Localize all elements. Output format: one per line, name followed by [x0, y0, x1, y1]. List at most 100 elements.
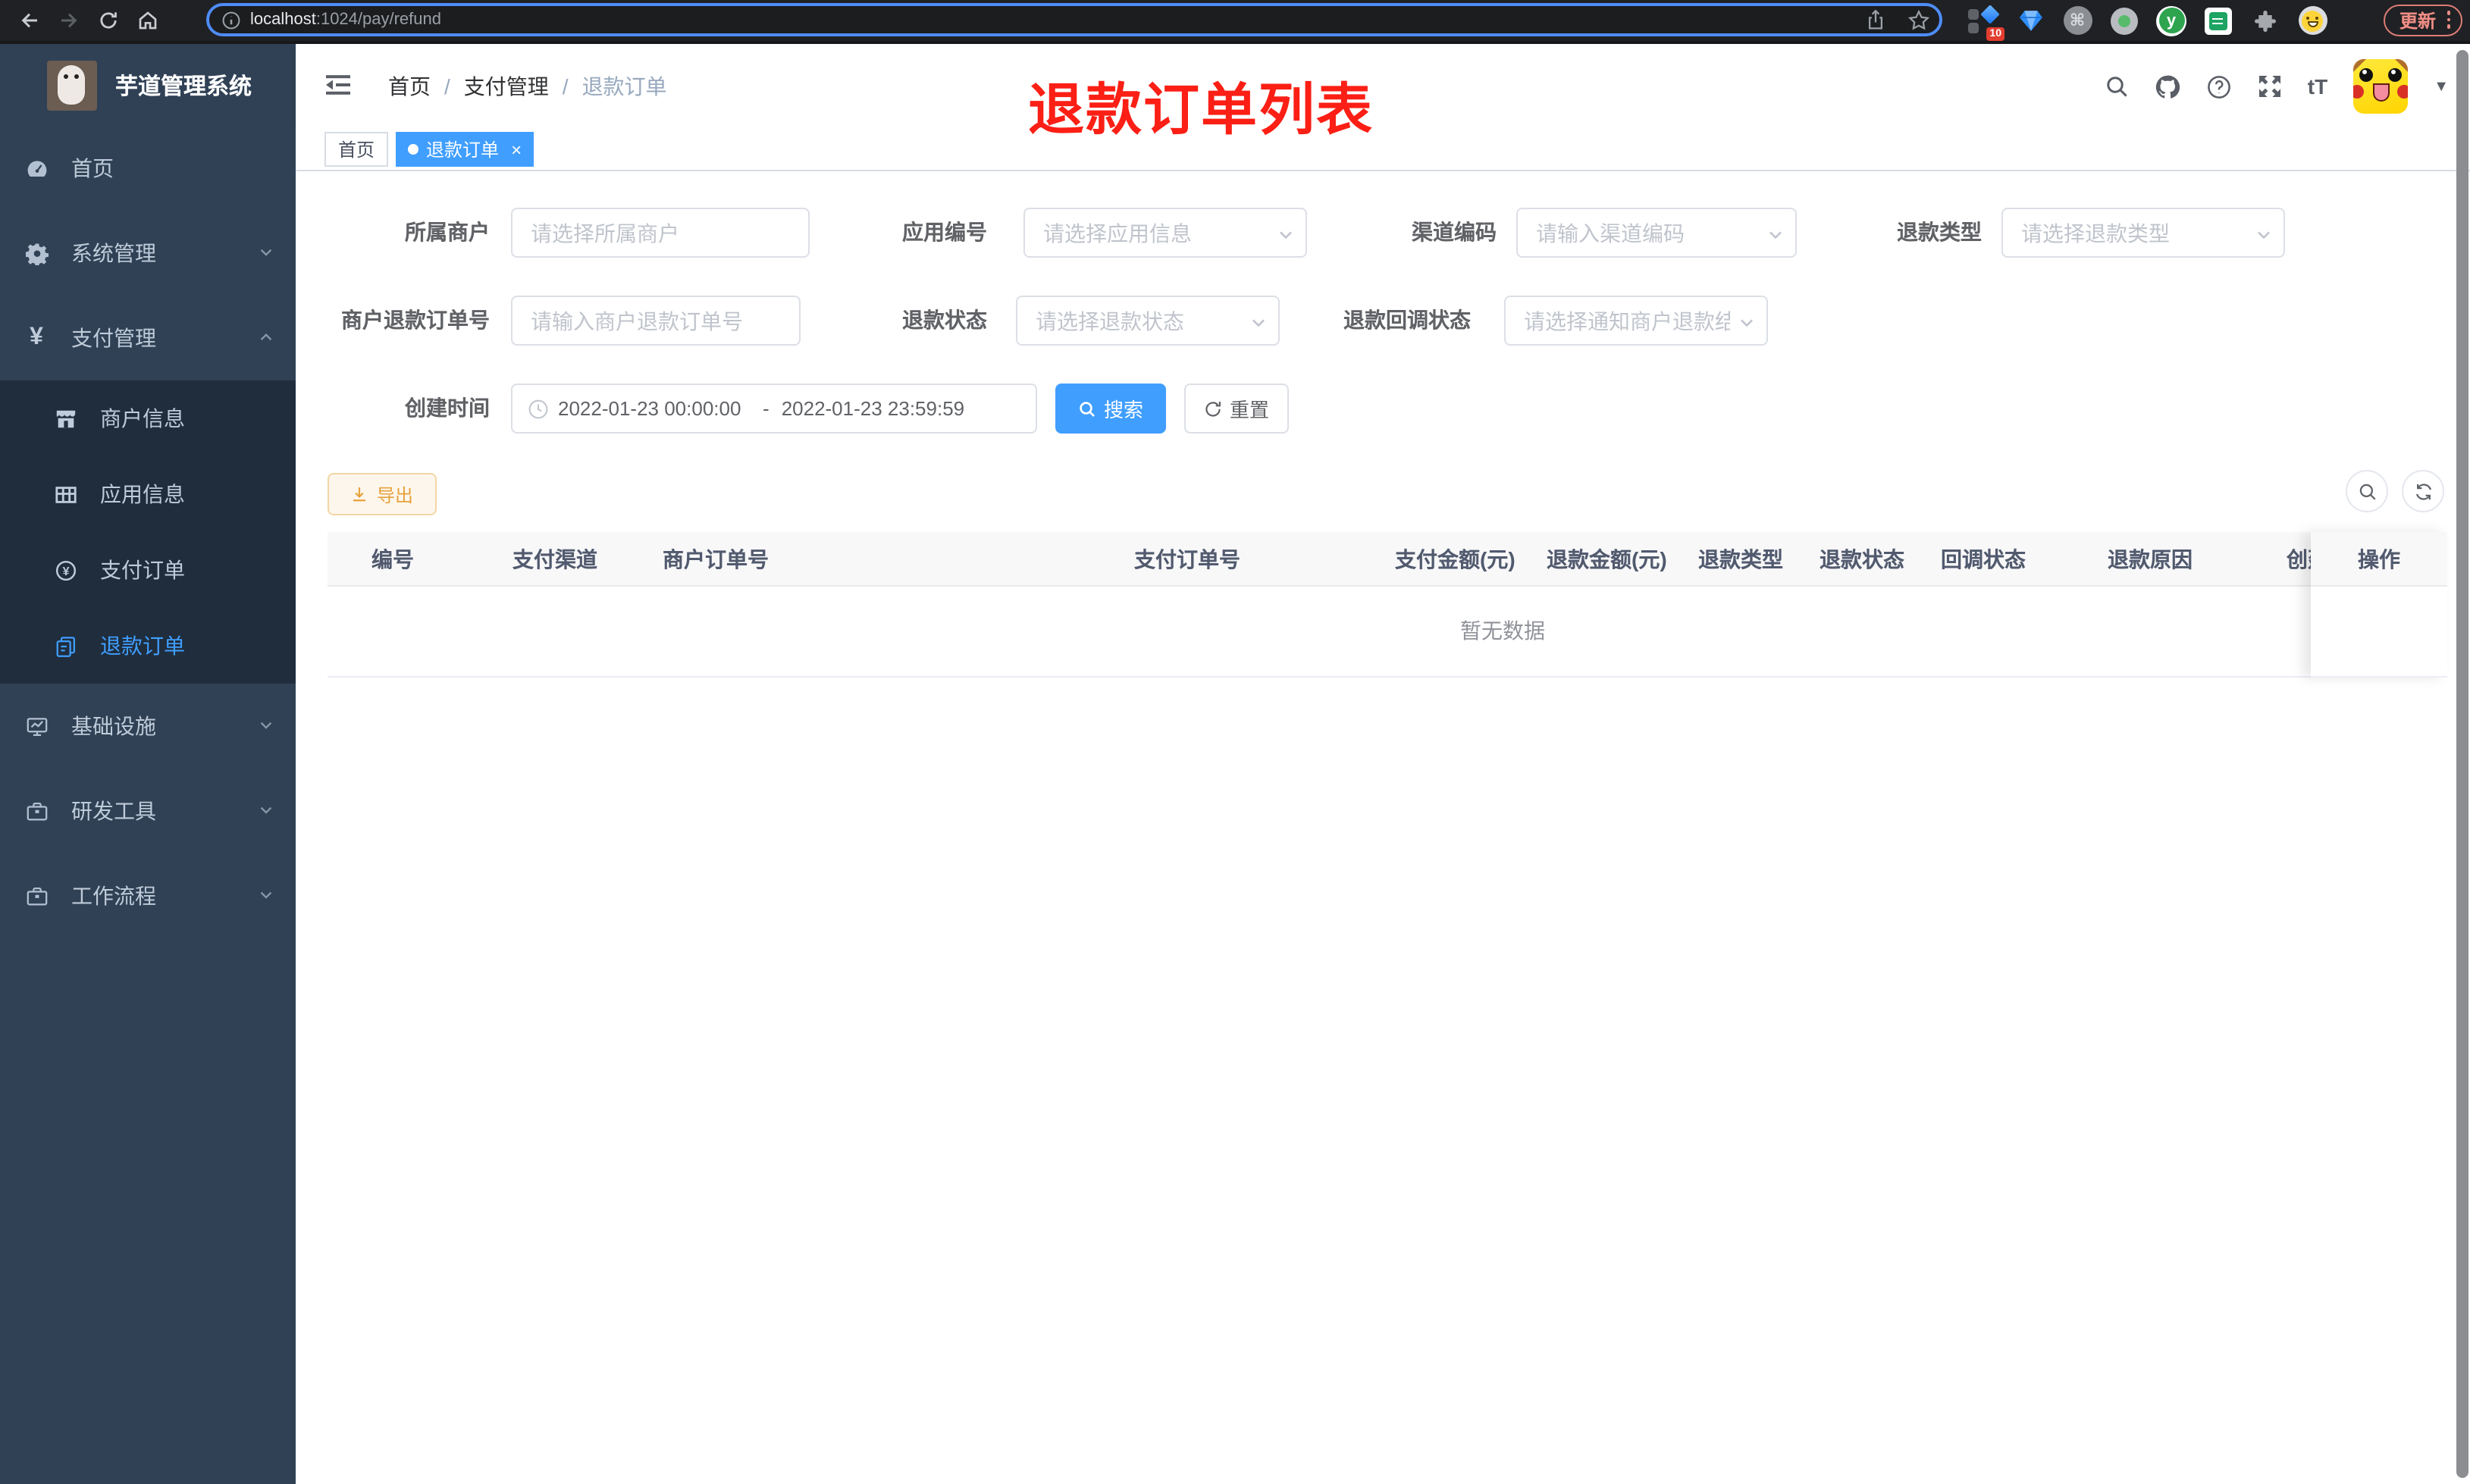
col-refund-type: 退款类型 [1698, 547, 1783, 571]
sidebar-item-infra[interactable]: 基础设施 [0, 684, 296, 769]
extensions-puzzle-button[interactable] [2250, 5, 2280, 36]
sidebar-label: 研发工具 [71, 799, 156, 823]
merchant-refund-no-input[interactable] [511, 296, 801, 346]
arrow-left-icon [20, 13, 36, 28]
address-bar[interactable]: localhost:1024/pay/refund [206, 3, 1942, 36]
date-end-value[interactable]: 2022-01-23 23:59:59 [782, 397, 974, 420]
extension-tabs-icon[interactable]: 10 [1968, 4, 2005, 40]
share-button[interactable] [1865, 9, 1886, 30]
browser-home-button[interactable] [127, 0, 167, 41]
sidebar-item-app-info[interactable]: 应用信息 [0, 456, 296, 532]
share-icon [1868, 9, 1883, 30]
extension-gem-icon[interactable] [2015, 5, 2045, 36]
bookmark-button[interactable] [1907, 8, 1930, 31]
tag-label: 首页 [338, 139, 375, 161]
fullscreen-icon [2258, 76, 2280, 97]
extension-y-icon[interactable]: y [2156, 5, 2186, 36]
breadcrumb-home[interactable]: 首页 [388, 71, 431, 102]
avatar-eye [2359, 68, 2374, 82]
select-placeholder: 请选择退款类型 [2021, 221, 2170, 245]
col-callback-status: 回调状态 [1941, 547, 2026, 571]
sidebar-item-pay[interactable]: ¥ 支付管理 [0, 296, 296, 380]
grid-icon [53, 483, 77, 506]
browser-forward-button[interactable] [49, 0, 88, 41]
svg-text:¥: ¥ [62, 565, 69, 578]
avatar-caret-icon[interactable]: ▼ [2434, 78, 2449, 95]
sidebar-item-refund-order[interactable]: 退款订单 [0, 608, 296, 684]
chevron-down-icon [258, 799, 274, 823]
fixed-column-body [2311, 587, 2447, 678]
sidebar: 芋道管理系统 首页 系统管理 ¥ 支付管理 商户信息 应用信息 ¥ 支付订单 退… [0, 44, 296, 1484]
command-glyph: ⌘ [2063, 6, 2092, 35]
merchant-input[interactable] [511, 208, 810, 258]
font-size-button[interactable]: tT [2308, 74, 2327, 99]
chevron-down-icon [1738, 312, 1756, 340]
refund-type-label: 退款类型 [1897, 220, 1982, 244]
breadcrumb-separator: / [444, 74, 450, 99]
browser-back-button[interactable] [9, 0, 49, 41]
extension-command-icon[interactable]: ⌘ [2062, 5, 2092, 36]
chevron-down-icon [258, 241, 274, 265]
extension-emoji-icon[interactable] [2297, 5, 2327, 36]
app-select[interactable]: 请选择应用信息 [1023, 208, 1307, 258]
sidebar-item-workflow[interactable]: 工作流程 [0, 853, 296, 938]
channel-select[interactable]: 请输入渠道编码 [1516, 208, 1797, 258]
search-icon [2359, 483, 2375, 499]
date-start-value[interactable]: 2022-01-23 00:00:00 [558, 397, 751, 420]
user-avatar[interactable] [2353, 59, 2409, 114]
col-pay-order-no: 支付订单号 [1134, 547, 1240, 571]
breadcrumb-current: 退款订单 [581, 74, 667, 99]
sidebar-label: 工作流程 [71, 884, 156, 908]
sidebar-item-system[interactable]: 系统管理 [0, 211, 296, 296]
channel-label: 渠道编码 [1412, 220, 1497, 244]
clock-icon [528, 399, 548, 418]
y-badge-outer: y [2156, 5, 2186, 36]
show-search-toggle-button[interactable] [2346, 470, 2388, 512]
browser-menu-icon[interactable] [2443, 8, 2453, 32]
refresh-table-button[interactable] [2402, 470, 2444, 512]
sidebar-item-merchant-info[interactable]: 商户信息 [0, 380, 296, 456]
notify-status-select[interactable]: 请选择通知商户退款结果 [1504, 296, 1768, 346]
search-button[interactable]: 搜索 [1055, 384, 1166, 434]
gem-icon [2018, 11, 2042, 31]
create-time-range-picker[interactable]: 2022-01-23 00:00:00 - 2022-01-23 23:59:5… [511, 384, 1037, 434]
emoji-icon [2302, 10, 2323, 31]
refund-status-label: 退款状态 [902, 308, 987, 332]
ring-icon [2111, 7, 2138, 34]
document-copy-icon [53, 634, 77, 657]
merchant-label: 所属商户 [405, 220, 490, 244]
app-title: 芋道管理系统 [115, 74, 252, 99]
search-label: 搜索 [1103, 399, 1143, 421]
browser-reload-button[interactable] [88, 0, 127, 41]
sidebar-item-dev-tools[interactable]: 研发工具 [0, 769, 296, 853]
browser-update-button[interactable]: 更新 [2384, 4, 2462, 36]
close-icon[interactable]: × [511, 140, 522, 158]
help-button[interactable] [2206, 74, 2232, 99]
browser-toolbar: localhost:1024/pay/refund 10 ⌘ y 更新 [0, 0, 2470, 44]
logo-image [47, 60, 97, 110]
fixed-action-column: 操作 [2311, 532, 2447, 678]
reset-button[interactable]: 重置 [1184, 384, 1289, 434]
screen: localhost:1024/pay/refund 10 ⌘ y 更新 芋道管… [0, 0, 2470, 1484]
sidebar-fold-button[interactable] [323, 70, 353, 108]
extension-chat-icon[interactable] [2203, 5, 2233, 36]
sidebar-item-pay-order[interactable]: ¥ 支付订单 [0, 532, 296, 608]
header-search-button[interactable] [2105, 74, 2129, 99]
breadcrumb: 首页 / 支付管理 / 退款订单 [388, 44, 667, 129]
dashboard-icon [24, 157, 49, 180]
tag-home[interactable]: 首页 [324, 132, 389, 167]
refund-type-select[interactable]: 请选择退款类型 [2001, 208, 2285, 258]
refund-status-select[interactable]: 请选择退款状态 [1016, 296, 1280, 346]
fullscreen-button[interactable] [2258, 74, 2282, 99]
export-button[interactable]: 导出 [328, 473, 437, 515]
sidebar-item-home[interactable]: 首页 [0, 126, 296, 211]
page-scrollbar[interactable] [2456, 50, 2468, 1478]
breadcrumb-pay[interactable]: 支付管理 [464, 71, 549, 102]
github-button[interactable] [2155, 74, 2180, 99]
extension-record-icon[interactable] [2109, 5, 2139, 36]
tag-refund-order[interactable]: 退款订单 × [396, 132, 534, 167]
sidebar-label: 支付订单 [100, 558, 185, 582]
select-placeholder: 请选择通知商户退款结果 [1524, 308, 1730, 333]
app-logo[interactable]: 芋道管理系统 [0, 44, 296, 126]
star-icon [1907, 8, 1930, 30]
